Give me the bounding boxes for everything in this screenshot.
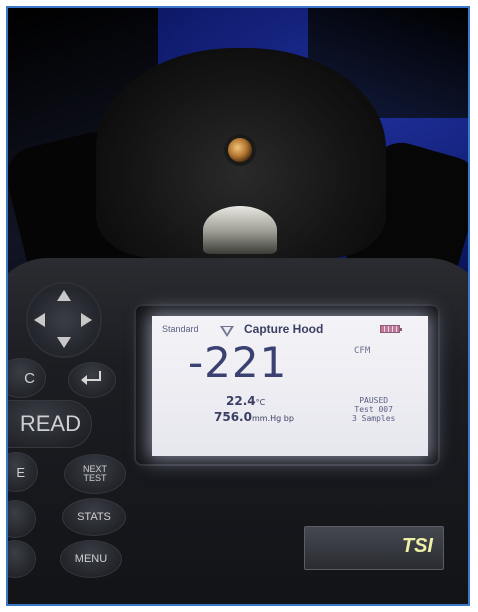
temperature-value: 22.4 (226, 394, 256, 408)
status-block: PAUSED Test 007 3 Samples (352, 396, 395, 423)
status-text: PAUSED (359, 396, 389, 405)
lcd-screen: Standard Capture Hood -221 CFM 22.4°C 75… (152, 316, 428, 456)
test-number: Test 007 (354, 405, 393, 414)
temperature-unit: °C (255, 398, 266, 407)
stats-button-label: STATS (77, 511, 111, 523)
brass-screw (228, 138, 252, 162)
temperature-readout: 22.4°C (226, 394, 265, 408)
barometric-unit: mm.Hg bp (251, 414, 294, 423)
down-arrow-icon[interactable] (57, 337, 71, 348)
next-test-label: NEXT TEST (83, 465, 107, 483)
profile-label: Standard (162, 324, 199, 334)
brand-badge: TSI (304, 526, 444, 570)
right-arrow-icon[interactable] (81, 313, 92, 327)
enter-button[interactable] (68, 362, 116, 398)
left-arrow-icon[interactable] (34, 313, 45, 327)
tsi-logo: TSI (401, 535, 433, 557)
read-button-label: READ (19, 411, 81, 436)
photo-frame: C READ E NEXT TEST STATS MENU Standard C… (6, 6, 470, 606)
barometric-readout: 756.0mm.Hg bp (214, 410, 294, 424)
next-label-line2: TEST (83, 473, 107, 483)
next-test-button[interactable]: NEXT TEST (64, 454, 126, 494)
stats-button[interactable]: STATS (62, 498, 126, 536)
up-arrow-icon[interactable] (57, 290, 71, 301)
menu-button[interactable]: MENU (60, 540, 122, 578)
enter-icon (81, 371, 103, 385)
sample-count: 3 Samples (352, 414, 396, 423)
barometric-value: 756.0 (214, 410, 252, 424)
mode-label: Capture Hood (244, 322, 324, 336)
flow-reading: -221 (188, 338, 288, 387)
flow-unit: CFM (354, 346, 371, 356)
read-button[interactable]: READ (8, 400, 92, 448)
menu-button-label: MENU (74, 553, 108, 565)
battery-icon (380, 325, 402, 333)
mount-knob (203, 206, 277, 254)
dpad[interactable] (26, 282, 102, 358)
e-button-label: E (16, 464, 25, 480)
c-button-label: C (24, 369, 35, 387)
